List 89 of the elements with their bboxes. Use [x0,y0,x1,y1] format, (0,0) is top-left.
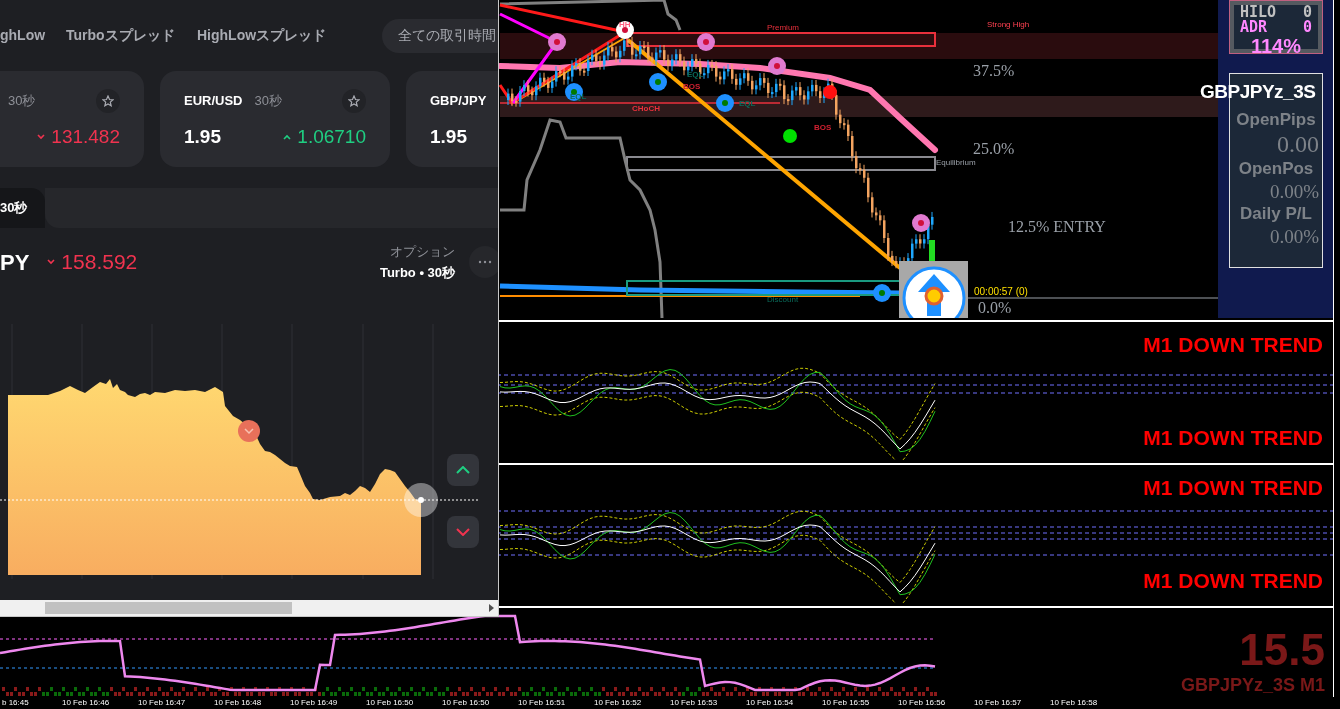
asset-card[interactable]: GBP/JPY 1.95 [406,71,498,167]
pair-label: GBP/JPY [430,92,487,111]
ellipsis-icon [478,260,492,264]
payout-value: 1.95 [184,124,221,149]
star-icon [102,95,114,107]
current-price-marker [404,483,438,517]
swing-point-marker [716,94,734,112]
time-axis-label: 10 Feb 16:55 [822,699,871,707]
time-axis-label: 10 Feb 16:51 [518,699,567,707]
price-value: 1.06710 [297,124,366,149]
swing-point-marker [912,214,930,232]
category-tab[interactable]: HighLowスプレッド [197,25,380,46]
high-button[interactable] [447,454,479,486]
period-label: 30秒 [254,92,282,111]
favorite-star-button[interactable] [96,89,120,113]
arrow-badge-icon [899,261,968,318]
time-axis-label: 10 Feb 16:56 [898,699,947,707]
options-label: オプション [390,242,455,261]
time-axis-label: 10 Feb 16:46 [62,699,111,707]
indicator-value: 15.5 [1239,628,1325,672]
time-axis-label: 10 Feb 16:58 [1050,699,1099,707]
price-value: 158.592 [61,249,138,276]
stat-label: ADR [1240,20,1268,35]
adr-percent: 114% [1250,36,1302,56]
time-axis-label: b 16:45 [2,699,30,707]
stat-value: 0.00% [1269,182,1320,201]
stat-label: Daily P/L [1240,205,1312,222]
zone-label: Premium [767,24,799,32]
stat-value: 0.00% [1269,227,1320,246]
stat-value: 0.00 [1277,132,1320,156]
time-axis-label: 10 Feb 16:47 [138,699,187,707]
category-tab[interactable]: ghLow [0,25,66,46]
trend-label: M1 DOWN TREND [1143,334,1323,355]
fibonacci-level-label: 25.0% [973,141,1015,157]
swing-point-marker [548,33,566,51]
time-axis-label: 10 Feb 16:48 [214,699,263,707]
trend-label: M1 DOWN TREND [1143,427,1323,448]
low-button[interactable] [447,516,479,548]
entry-marker-icon [238,420,260,442]
time-axis-label: 10 Feb 16:49 [290,699,339,707]
trading-hours-button[interactable]: 全ての取引時間 [382,18,498,53]
swing-point-marker [649,73,667,91]
structure-label: HH [619,21,631,29]
swing-point-marker [616,21,634,39]
symbol-label: GBPJPYz_3S M1 [1180,676,1325,694]
stat-label: HILO [1240,5,1277,20]
category-tab[interactable]: Turboスプレッド [66,25,197,46]
trend-label: M1 DOWN TREND [1143,477,1323,498]
period-label: 30秒 [8,92,36,111]
stat-value: 0 [1302,20,1312,35]
time-axis-label: 10 Feb 16:50 [442,699,491,707]
asset-card[interactable]: 30秒 131.482 [0,71,144,167]
swing-point-marker [873,284,891,302]
stat-value: 0 [1302,5,1312,20]
chevron-down-icon [456,528,470,536]
candle-timer: 00:00:57 (0) [974,287,1028,297]
stat-label: OpenPips [1236,111,1316,128]
asset-card[interactable]: EUR/USD 30秒 1.95 1.06710 [160,71,390,167]
price-value: 131.482 [51,124,120,149]
pair-label: PY [0,248,30,277]
swing-point-marker [768,57,786,75]
time-axis-label: 10 Feb 16:53 [670,699,719,707]
pair-label: EUR/USD [184,92,243,111]
structure-label: BOS [814,124,832,132]
time-axis-label: 10 Feb 16:54 [746,699,795,707]
stat-label: OpenPos [1238,160,1314,177]
fibonacci-level-label: 12.5% ENTRY [1008,219,1106,235]
zone-label: Equilibrium [936,159,976,167]
time-axis-label: 10 Feb 16:52 [594,699,643,707]
swing-point-marker [697,33,715,51]
fibonacci-level-label: 0.0% [978,300,1012,316]
favorite-star-button[interactable] [342,89,366,113]
structure-label: CHoCH [632,105,660,113]
horizontal-scrollbar[interactable] [0,600,498,616]
time-axis-label: 10 Feb 16:50 [366,699,415,707]
zone-label: Strong High [987,21,1030,29]
zone-label: Discount [767,296,799,304]
period-tab[interactable]: 30秒 [0,188,45,228]
signal-dot [783,129,797,143]
scrollbar-thumb[interactable] [45,602,292,614]
star-icon [348,95,360,107]
fibonacci-level-label: 37.5% [973,63,1015,79]
chevron-up-icon [456,466,470,474]
time-axis-label: 10 Feb 16:57 [974,699,1023,707]
signal-dot [823,85,837,99]
payout-value: 1.95 [430,124,467,149]
scroll-right-icon[interactable] [489,604,494,612]
trend-label: M1 DOWN TREND [1143,570,1323,591]
options-value: Turbo • 30秒 [379,264,455,282]
